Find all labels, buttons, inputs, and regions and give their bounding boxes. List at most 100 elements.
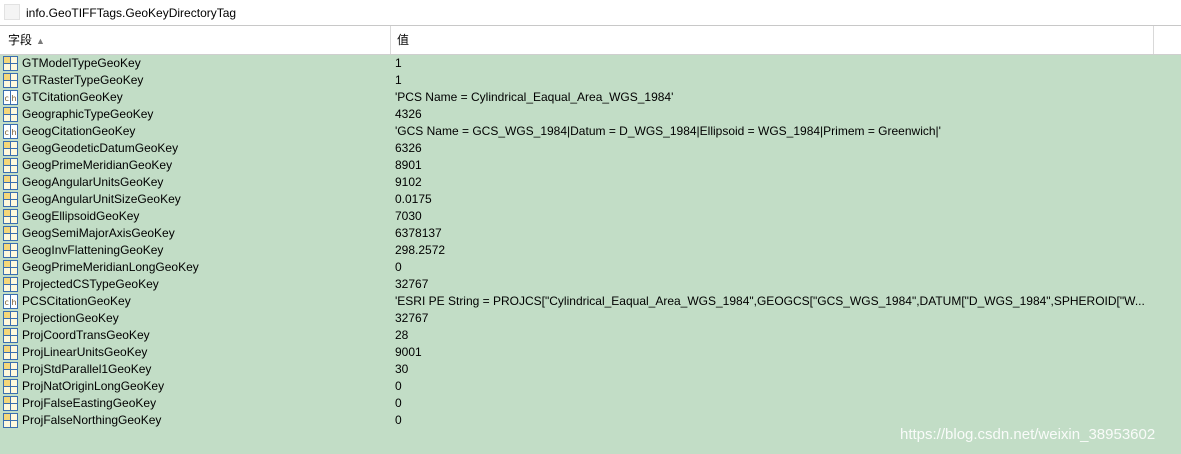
value-cell[interactable]: 0	[395, 259, 1150, 276]
column-header-value[interactable]: 值	[391, 26, 1154, 54]
value-cell[interactable]: 28	[395, 327, 1150, 344]
table-row[interactable]: GeogAngularUnitsGeoKey 9102	[0, 174, 1181, 191]
title-bar: info.GeoTIFFTags.GeoKeyDirectoryTag	[0, 0, 1181, 26]
field-cell[interactable]: ProjLinearUnitsGeoKey	[0, 344, 391, 361]
field-name: GTModelTypeGeoKey	[22, 56, 141, 70]
table-row[interactable]: ProjLinearUnitsGeoKey 9001	[0, 344, 1181, 361]
value-cell[interactable]: 32767	[395, 276, 1150, 293]
svg-text:h: h	[12, 128, 17, 137]
table-row[interactable]: ProjectedCSTypeGeoKey 32767	[0, 276, 1181, 293]
value-cell[interactable]: 1	[395, 55, 1150, 72]
table-row[interactable]: ProjectionGeoKey 32767	[0, 310, 1181, 327]
table-row[interactable]: c h GeogCitationGeoKey 'GCS Name = GCS_WGS_…	[0, 123, 1181, 140]
field-name: ProjFalseNorthingGeoKey	[22, 413, 162, 427]
field-cell[interactable]: ProjNatOriginLongGeoKey	[0, 378, 391, 395]
table-row[interactable]: GeogPrimeMeridianGeoKey 8901	[0, 157, 1181, 174]
grid-icon	[3, 311, 18, 326]
value-cell[interactable]: 298.2572	[395, 242, 1150, 259]
table-row[interactable]: ProjStdParallel1GeoKey 30	[0, 361, 1181, 378]
field-name: ProjCoordTransGeoKey	[22, 328, 150, 342]
field-name: GeogSemiMajorAxisGeoKey	[22, 226, 175, 240]
field-cell[interactable]: GeogInvFlatteningGeoKey	[0, 242, 391, 259]
svg-text:c: c	[5, 298, 9, 307]
grid-icon	[3, 379, 18, 394]
table-row[interactable]: GTModelTypeGeoKey 1	[0, 55, 1181, 72]
value-cell[interactable]: 'ESRI PE String = PROJCS["Cylindrical_Ea…	[395, 293, 1150, 310]
table-row[interactable]: ProjFalseEastingGeoKey 0	[0, 395, 1181, 412]
svg-text:c: c	[5, 94, 9, 103]
field-name: PCSCitationGeoKey	[22, 294, 131, 308]
field-cell[interactable]: GeogAngularUnitSizeGeoKey	[0, 191, 391, 208]
field-cell[interactable]: ProjectedCSTypeGeoKey	[0, 276, 391, 293]
field-cell[interactable]: GeogEllipsoidGeoKey	[0, 208, 391, 225]
field-cell[interactable]: GeogPrimeMeridianLongGeoKey	[0, 259, 391, 276]
value-cell[interactable]: 'GCS Name = GCS_WGS_1984|Datum = D_WGS_1…	[395, 123, 1150, 140]
field-cell[interactable]: GeogAngularUnitsGeoKey	[0, 174, 391, 191]
table-row[interactable]: GeogGeodeticDatumGeoKey 6326	[0, 140, 1181, 157]
table-row[interactable]: ProjCoordTransGeoKey 28	[0, 327, 1181, 344]
table-row[interactable]: GeogInvFlatteningGeoKey 298.2572	[0, 242, 1181, 259]
value-cell[interactable]: 1	[395, 72, 1150, 89]
value-cell[interactable]: 6378137	[395, 225, 1150, 242]
grid-icon	[3, 141, 18, 156]
grid-icon	[3, 73, 18, 88]
value-cell[interactable]: 30	[395, 361, 1150, 378]
svg-text:h: h	[12, 298, 17, 307]
field-cell[interactable]: ProjFalseEastingGeoKey	[0, 395, 391, 412]
field-cell[interactable]: ProjCoordTransGeoKey	[0, 327, 391, 344]
field-cell[interactable]: GeogPrimeMeridianGeoKey	[0, 157, 391, 174]
column-header-value-label: 值	[397, 33, 410, 47]
grid-icon	[3, 107, 18, 122]
value-cell[interactable]: 'PCS Name = Cylindrical_Eaqual_Area_WGS_…	[395, 89, 1150, 106]
table-row[interactable]: GeogAngularUnitSizeGeoKey 0.0175	[0, 191, 1181, 208]
field-name: GeogEllipsoidGeoKey	[22, 209, 140, 223]
value-cell[interactable]: 7030	[395, 208, 1150, 225]
table-row[interactable]: GTRasterTypeGeoKey 1	[0, 72, 1181, 89]
field-cell[interactable]: GeographicTypeGeoKey	[0, 106, 391, 123]
table-row[interactable]: GeogEllipsoidGeoKey 7030	[0, 208, 1181, 225]
column-header-spacer	[1154, 26, 1181, 54]
value-cell[interactable]: 4326	[395, 106, 1150, 123]
table-row[interactable]: GeogSemiMajorAxisGeoKey 6378137	[0, 225, 1181, 242]
value-cell[interactable]: 0.0175	[395, 191, 1150, 208]
field-name: GTRasterTypeGeoKey	[22, 73, 144, 87]
table-row[interactable]: c h PCSCitationGeoKey 'ESRI PE String = PRO…	[0, 293, 1181, 310]
text-icon: ch	[3, 294, 18, 309]
value-cell[interactable]: 9001	[395, 344, 1150, 361]
field-name: ProjFalseEastingGeoKey	[22, 396, 157, 410]
value-cell[interactable]: 8901	[395, 157, 1150, 174]
text-icon: ch	[3, 90, 18, 105]
field-cell[interactable]: c h GeogCitationGeoKey	[0, 123, 391, 140]
column-header-field[interactable]: 字段 ▲	[0, 26, 391, 54]
table-row[interactable]: c h GTCitationGeoKey 'PCS Name = Cylindrica…	[0, 89, 1181, 106]
field-cell[interactable]: ProjFalseNorthingGeoKey	[0, 412, 391, 429]
field-cell[interactable]: c h GTCitationGeoKey	[0, 89, 391, 106]
variable-table[interactable]: 字段 ▲ 值 GTModelTypeGeoKey 1 GTRasterTypeGeoK…	[0, 26, 1181, 454]
value-cell[interactable]: 0	[395, 395, 1150, 412]
field-name: ProjectedCSTypeGeoKey	[22, 277, 159, 291]
grid-icon	[3, 56, 18, 71]
field-name: ProjLinearUnitsGeoKey	[22, 345, 148, 359]
value-cell[interactable]: 6326	[395, 140, 1150, 157]
grid-icon	[3, 158, 18, 173]
field-cell[interactable]: GeogSemiMajorAxisGeoKey	[0, 225, 391, 242]
field-cell[interactable]: GTRasterTypeGeoKey	[0, 72, 391, 89]
grid-icon	[3, 396, 18, 411]
table-row[interactable]: ProjNatOriginLongGeoKey 0	[0, 378, 1181, 395]
field-name: GeogGeodeticDatumGeoKey	[22, 141, 179, 155]
table-body: GTModelTypeGeoKey 1 GTRasterTypeGeoKey 1 c h G…	[0, 55, 1181, 429]
field-cell[interactable]: c h PCSCitationGeoKey	[0, 293, 391, 310]
table-row[interactable]: GeographicTypeGeoKey 4326	[0, 106, 1181, 123]
svg-text:c: c	[5, 128, 9, 137]
field-cell[interactable]: ProjectionGeoKey	[0, 310, 391, 327]
field-cell[interactable]: ProjStdParallel1GeoKey	[0, 361, 391, 378]
grid-icon	[3, 328, 18, 343]
field-cell[interactable]: GeogGeodeticDatumGeoKey	[0, 140, 391, 157]
table-row[interactable]: GeogPrimeMeridianLongGeoKey 0	[0, 259, 1181, 276]
field-cell[interactable]: GTModelTypeGeoKey	[0, 55, 391, 72]
value-cell[interactable]: 0	[395, 378, 1150, 395]
field-name: ProjNatOriginLongGeoKey	[22, 379, 165, 393]
sort-ascending-icon: ▲	[36, 36, 45, 46]
value-cell[interactable]: 9102	[395, 174, 1150, 191]
value-cell[interactable]: 32767	[395, 310, 1150, 327]
